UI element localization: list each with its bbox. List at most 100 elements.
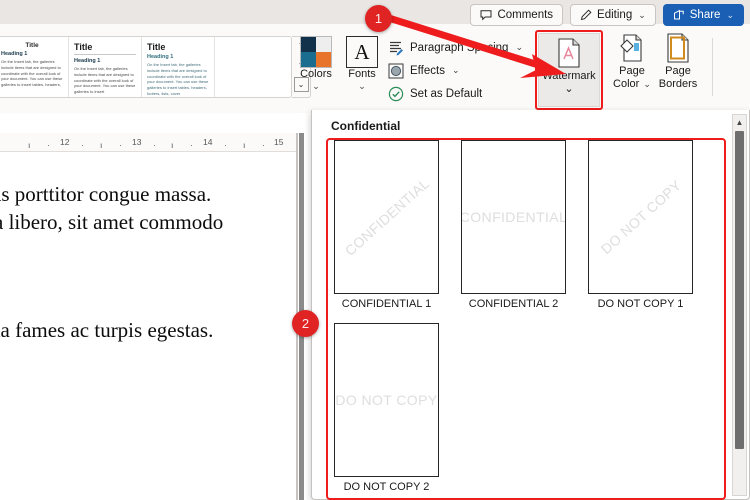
paragraph-spacing-icon [388,40,404,56]
effects-label: Effects [410,65,445,77]
gallery-row: DO NOT COPY DO NOT COPY 2 [334,323,712,493]
editing-label: Editing [597,9,632,21]
ruler-tick: · [119,140,122,150]
card-title: Title [147,42,209,52]
page-borders-icon [648,33,708,63]
pencil-icon [580,9,592,21]
horizontal-ruler[interactable]: ı · 12 · ı · 13 · ı · 14 · ı · 15 [0,133,298,152]
ruler-tick: ı [100,140,102,150]
style-gallery-card[interactable]: Title Heading 1 On the Insert tab, the g… [142,37,215,97]
ruler-tick: ı [171,140,173,150]
chevron-down-icon[interactable]: ⌄ [294,81,338,92]
colors-swatch-icon [300,36,332,68]
chevron-down-icon[interactable]: ⌄ [340,81,384,92]
effects-button[interactable]: Effects ⌄ [388,59,538,82]
watermark-caption: DO NOT COPY 2 [334,481,439,493]
step-marker-2-label: 2 [302,316,309,331]
watermark-thumbnail[interactable]: DO NOT COPY [588,140,693,294]
watermark-thumbnail[interactable]: CONFIDENTIAL [461,140,566,294]
ruler-tick: ı [243,140,245,150]
gallery-row: CONFIDENTIAL CONFIDENTIAL 1 CONFIDENTIAL… [334,140,712,310]
ruler-number: 15 [274,137,283,147]
set-as-default-label: Set as Default [410,88,482,100]
card-divider [74,54,136,55]
colors-label: Colors [294,69,338,81]
chevron-down-icon[interactable]: ⌄ [515,42,523,53]
document-text-line: as porttitor congue massa. [0,182,211,207]
top-command-bar: Comments Editing ⌄ Share ⌄ [470,4,744,26]
ruler-number: 12 [60,137,69,147]
watermark-item-do-not-copy-1[interactable]: DO NOT COPY DO NOT COPY 1 [588,140,693,310]
ribbon-divider [712,38,713,96]
scroll-up-icon[interactable]: ▲ [733,115,746,129]
chevron-down-icon[interactable]: ⌄ [452,65,460,76]
document-page[interactable]: as porttitor congue massa. a libero, sit… [0,152,298,500]
watermark-caption: CONFIDENTIAL 2 [461,298,566,310]
ruler-tick: · [262,140,265,150]
card-title: Title [74,42,136,52]
watermark-gallery-dropdown[interactable]: Confidential CONFIDENTIAL CONFIDENTIAL 1… [311,110,750,500]
style-gallery-card[interactable]: Title Heading 1 On the Insert tab, the g… [69,37,142,97]
editing-button[interactable]: Editing ⌄ [570,4,656,26]
page-borders-button[interactable]: Page Borders [648,33,708,90]
card-body: On the Insert tab, the galleries include… [147,62,209,97]
ruler-tick: · [224,140,227,150]
watermark-preview-text: CONFIDENTIAL [341,175,432,259]
watermark-preview-text: CONFIDENTIAL [461,209,566,225]
watermark-preview-text: DO NOT COPY [597,177,684,257]
watermark-item-confidential-2[interactable]: CONFIDENTIAL CONFIDENTIAL 2 [461,140,566,310]
paragraph-spacing-label: Paragraph Spacing [410,42,508,54]
share-button[interactable]: Share ⌄ [663,4,744,26]
watermark-item-do-not-copy-2[interactable]: DO NOT COPY DO NOT COPY 2 [334,323,439,493]
card-body: On the Insert tab, the galleries include… [74,66,136,95]
chevron-down-icon[interactable]: ⌄ [539,83,599,96]
effects-icon [388,63,404,79]
step-marker-2: 2 [292,310,319,337]
card-title: Title [1,42,63,49]
document-text-line: da fames ac turpis egestas. [0,318,213,343]
watermark-caption: DO NOT COPY 1 [588,298,693,310]
watermark-thumbnail[interactable]: CONFIDENTIAL [334,140,439,294]
card-heading: Heading 1 [1,51,63,57]
step-marker-1: 1 [365,5,392,32]
watermark-button[interactable]: Watermark ⌄ [538,33,600,107]
comment-icon [480,9,492,21]
design-command-list: Paragraph Spacing ⌄ Effects ⌄ Set as Def… [388,36,538,105]
card-body: On the Insert tab, the galleries include… [1,59,63,88]
fonts-icon: A [346,36,378,68]
ruler-tick: · [190,140,193,150]
chevron-down-icon: ⌄ [638,10,646,21]
gallery-section-title: Confidential [331,119,400,133]
theme-fonts-button[interactable]: A Fonts ⌄ [340,36,384,92]
watermark-caption: CONFIDENTIAL 1 [334,298,439,310]
step-marker-1-label: 1 [375,11,382,26]
comments-button[interactable]: Comments [470,4,563,26]
paragraph-spacing-button[interactable]: Paragraph Spacing ⌄ [388,36,538,59]
watermark-label: Watermark [539,70,599,83]
theme-colors-button[interactable]: Colors ⌄ [294,36,338,92]
ruler-tick: · [81,140,84,150]
fonts-label: Fonts [340,69,384,81]
check-circle-icon [388,86,404,102]
document-formatting-gallery[interactable]: Title Heading 1 On the Insert tab, the g… [0,36,292,98]
share-icon [673,9,685,21]
scrollbar-thumb[interactable] [735,131,744,449]
ruler-tick: ı [28,140,30,150]
style-gallery-card[interactable]: Title Heading 1 On the Insert tab, the g… [0,37,69,97]
word-design-tab-screenshot: Comments Editing ⌄ Share ⌄ Title Heading… [0,0,750,500]
ruler-tick: · [47,140,50,150]
document-text-line: a libero, sit amet commodo [0,210,223,235]
card-heading: Heading 1 [147,54,209,60]
gallery-scrollbar[interactable]: ▲ [732,114,747,496]
watermark-item-confidential-1[interactable]: CONFIDENTIAL CONFIDENTIAL 1 [334,140,439,310]
share-label: Share [690,9,721,21]
set-as-default-button[interactable]: Set as Default [388,82,538,105]
watermark-thumbnail[interactable]: DO NOT COPY [334,323,439,477]
comments-label: Comments [497,9,553,21]
watermark-gallery-grid: CONFIDENTIAL CONFIDENTIAL 1 CONFIDENTIAL… [334,140,712,500]
watermark-preview-text: DO NOT COPY [335,392,437,408]
chevron-down-icon: ⌄ [726,10,734,21]
ruler-tick: · [153,140,156,150]
card-heading: Heading 1 [74,58,136,64]
page-borders-label: Page [648,65,708,78]
